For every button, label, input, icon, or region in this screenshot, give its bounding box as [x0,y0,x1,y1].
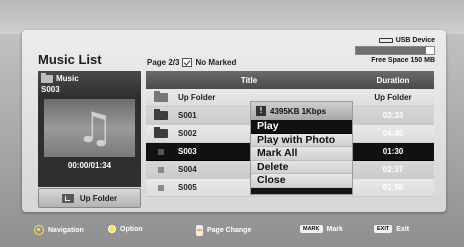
exit-key-icon: EXIT [374,225,393,233]
usb-icon [378,38,393,43]
item-duration: 02:37 [382,165,404,174]
footer-hints: Navigation Option Page Change MARK Mark … [0,214,464,247]
menu-item-mark-all[interactable]: Mark All [251,147,352,161]
menu-item-play-with-photo[interactable]: Play with Photo [251,133,352,147]
item-duration: Up Folder [374,93,412,102]
item-duration: 01:58 [382,183,404,192]
page-change-icon [196,225,203,236]
hint-navigation: Navigation [34,225,84,235]
menu-item-delete[interactable]: Delete [251,160,352,174]
marked-status: No Marked [195,58,237,67]
top-band [0,0,464,34]
option-popup-menu: ! 4395KB 1Kbps Play Play with Photo Mark… [250,101,353,195]
music-note-icon: ♫ [76,103,114,152]
file-icon [158,166,164,173]
page-title: Music List [38,52,102,67]
file-icon [158,148,164,155]
option-icon [108,225,116,233]
item-duration: 03:33 [382,111,404,120]
popup-info: ! 4395KB 1Kbps [251,102,352,120]
menu-item-close[interactable]: Close [251,174,352,188]
usb-device-label: USB Device [395,37,435,44]
page-number: Page 2/3 [147,58,180,67]
usb-usage-bar [355,46,435,55]
item-duration: 04:45 [382,129,404,138]
usb-status: USB Device Free Space 150 MB [355,37,435,64]
hint-option: Option [108,225,143,233]
folder-icon [154,127,168,138]
playback-time: 00:00/01:34 [67,161,112,170]
list-header: Title Duration [146,71,434,89]
file-info: 4395KB 1Kbps [270,106,327,116]
page-indicator: Page 2/3 No Marked [147,58,236,67]
usb-usage-fill [356,47,427,54]
current-track: S003 [41,85,60,94]
up-folder-icon [154,91,168,102]
now-playing-panel: Music S003 ♫ 00:00/01:34 [38,71,141,187]
hint-mark: MARK Mark [300,225,343,233]
column-title: Title [240,75,258,85]
info-icon: ! [256,106,266,116]
item-duration: 01:30 [382,147,404,156]
file-icon [158,184,164,191]
menu-item-play[interactable]: Play [251,120,352,134]
current-folder-label: Music [56,74,79,83]
album-art: ♫ [44,99,135,157]
folder-icon [41,72,53,83]
up-folder-button-label: Up Folder [79,193,118,203]
folder-icon [154,109,168,120]
checkbox-icon [182,58,193,67]
hint-page-change: Page Change [196,225,251,236]
up-folder-icon [61,193,74,203]
mark-key-icon: MARK [300,225,323,233]
column-duration: Duration [376,75,410,85]
up-folder-button[interactable]: Up Folder [38,188,141,208]
hint-exit: EXIT Exit [374,225,409,233]
free-space-label: Free Space 150 MB [371,57,435,64]
navigation-icon [34,225,44,235]
